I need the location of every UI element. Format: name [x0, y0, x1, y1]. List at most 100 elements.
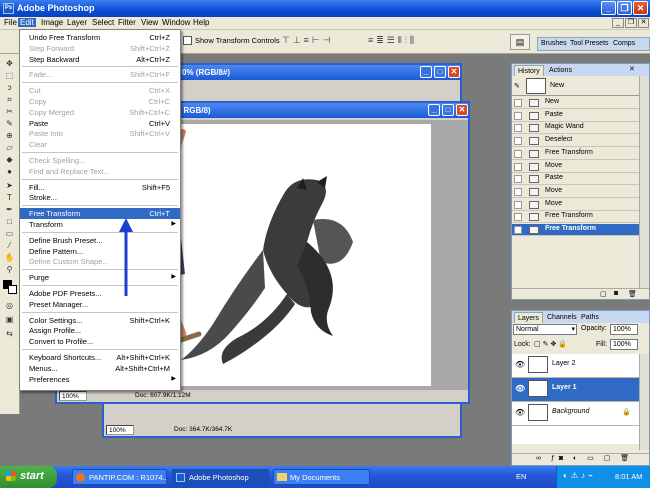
menu-view[interactable]: View [139, 18, 160, 27]
notes-tool-icon[interactable]: ▭ [3, 228, 16, 239]
layer-row[interactable]: 👁 Layer 2 [512, 354, 639, 378]
history-checkbox[interactable] [514, 99, 522, 107]
restore-button[interactable]: ❐ [617, 1, 632, 15]
layer-row[interactable]: 👁 Background 🔒 [512, 402, 639, 426]
layers-scrollbar[interactable] [639, 354, 649, 450]
history-state[interactable]: Free Transform [512, 224, 639, 236]
dodge-tool-icon[interactable]: ● [3, 166, 16, 177]
menu-layer[interactable]: Layer [65, 18, 89, 27]
screen-mode-icon[interactable]: ▣ [3, 314, 16, 325]
minimize-button[interactable]: _ [601, 1, 616, 15]
show-transform-checkbox[interactable] [183, 36, 192, 45]
menu-image[interactable]: Image [39, 18, 65, 27]
history-state[interactable]: Free Transform [512, 148, 639, 160]
fill-field[interactable]: 100% [610, 339, 638, 350]
history-state[interactable]: Move [512, 161, 639, 173]
stamp-tool-icon[interactable]: ⊕ [3, 130, 16, 141]
tray-icons[interactable]: ◐⚠♪⌁ [563, 471, 596, 480]
history-checkbox[interactable] [514, 162, 522, 171]
path-select-tool-icon[interactable]: ➤ [3, 180, 16, 191]
tab-history[interactable]: History [514, 65, 544, 76]
edit-menu-item[interactable]: Preferences ▶ [20, 374, 180, 385]
tab-channels[interactable]: Channels [544, 312, 580, 323]
pen-tool-icon[interactable]: ✒ [3, 204, 16, 215]
history-state[interactable]: Deselect [512, 135, 639, 148]
visibility-eye-icon[interactable]: 👁 [515, 384, 525, 393]
crop-tool-icon[interactable]: ⌗ [3, 94, 16, 105]
eyedropper-tool-icon[interactable]: ⁄ [3, 240, 16, 251]
history-checkbox[interactable] [514, 124, 522, 133]
taskbar-item-my-documents[interactable]: My Documents [273, 469, 370, 485]
menu-edit[interactable]: Edit [18, 18, 36, 27]
edit-menu-item[interactable]: Adobe PDF Presets... [20, 288, 180, 299]
layers-footer-icons[interactable]: ∞ ƒ◙ ◐ ▭ ▢ 🗑 [512, 453, 649, 465]
document-front-zoom[interactable]: 100% [59, 391, 87, 401]
history-state[interactable]: New [512, 97, 639, 109]
edit-menu-item[interactable]: Define Brush Preset... [20, 235, 180, 246]
palette-tab-comps[interactable]: Comps [613, 40, 635, 47]
history-state[interactable]: Move [512, 186, 639, 198]
language-indicator[interactable]: EN [516, 472, 526, 481]
slice-tool-icon[interactable]: ✂ [3, 106, 16, 117]
tab-layers[interactable]: Layers [514, 312, 544, 323]
history-state[interactable]: Move [512, 199, 639, 211]
edit-menu-item[interactable]: Convert to Profile... [20, 336, 180, 347]
edit-menu-item[interactable]: Fill... Shift+F5 [20, 182, 180, 193]
edit-menu-item[interactable]: Undo Free Transform Ctrl+Z [20, 32, 180, 43]
history-checkbox[interactable] [514, 137, 522, 146]
menu-select[interactable]: Select [90, 18, 116, 27]
document-back-minimize-button[interactable]: _ [420, 66, 432, 78]
background-color-swatch[interactable] [8, 285, 17, 294]
doc-restore-button[interactable]: ❐ [625, 18, 637, 28]
jump-to-imageready-icon[interactable]: ⇆ [3, 328, 16, 339]
palette-close-icon[interactable]: ✕ [629, 65, 635, 73]
taskbar-item-browser[interactable]: PANTIP.COM : R1074... [72, 469, 167, 485]
hand-tool-icon[interactable]: ✋ [3, 252, 16, 263]
edit-menu-item[interactable]: Free Transform Ctrl+T [20, 208, 180, 220]
layer-row[interactable]: 👁 Layer 1 [512, 378, 639, 402]
menu-window[interactable]: Window [160, 18, 192, 27]
zoom-tool-icon[interactable]: ⚲ [3, 264, 16, 275]
edit-menu-item[interactable]: Assign Profile... [20, 325, 180, 336]
menu-filter[interactable]: Filter [116, 18, 138, 27]
edit-menu-item[interactable]: Purge ▶ [20, 272, 180, 283]
document-back-zoom[interactable]: 100% [106, 425, 134, 435]
marquee-tool-icon[interactable]: ⬚ [3, 70, 16, 81]
edit-menu-item[interactable]: Transform ▶ [20, 219, 180, 230]
opacity-field[interactable]: 100% [610, 324, 638, 335]
shape-tool-icon[interactable]: □ [3, 216, 16, 227]
doc-minimize-button[interactable]: _ [612, 18, 624, 28]
blend-mode-select[interactable]: Normal ▾ [513, 324, 577, 335]
align-icons[interactable]: ⊤⊥≡⊢⊣ [282, 35, 342, 47]
palette-tab-tool-presets[interactable]: Tool Presets [570, 40, 609, 47]
quick-mask-icon[interactable]: ◎ [3, 300, 16, 311]
edit-menu-item[interactable]: Preset Manager... [20, 299, 180, 310]
history-checkbox[interactable] [514, 111, 522, 120]
type-tool-icon[interactable]: T [3, 192, 16, 203]
brush-tool-icon[interactable]: ✎ [3, 118, 16, 129]
trash-icon[interactable]: 🗑 [628, 290, 637, 298]
document-back-maximize-button[interactable]: □ [434, 66, 446, 78]
tab-paths[interactable]: Paths [578, 312, 602, 323]
history-checkbox[interactable] [514, 200, 522, 209]
taskbar-item-photoshop[interactable]: Adobe Photoshop [172, 469, 269, 485]
doc-close-button[interactable]: ✕ [638, 18, 649, 28]
history-checkbox[interactable] [514, 149, 522, 158]
palette-well-icon[interactable]: ▤ [510, 34, 530, 50]
history-checkbox[interactable] [514, 213, 522, 222]
document-front-close-button[interactable]: ✕ [456, 104, 468, 116]
history-checkbox[interactable] [514, 226, 522, 234]
close-button[interactable]: ✕ [633, 1, 648, 15]
history-snapshot[interactable]: ✎ New [512, 76, 639, 96]
visibility-eye-icon[interactable]: 👁 [515, 408, 525, 417]
edit-menu-item[interactable]: Stroke... [20, 192, 180, 203]
edit-menu-item[interactable]: Step Backward Alt+Ctrl+Z [20, 54, 180, 65]
edit-menu-item[interactable]: Color Settings... Shift+Ctrl+K [20, 315, 180, 326]
history-checkbox[interactable] [514, 187, 522, 196]
history-state[interactable]: Paste [512, 110, 639, 122]
history-scrollbar[interactable] [639, 76, 649, 288]
document-front-minimize-button[interactable]: _ [428, 104, 440, 116]
tab-actions[interactable]: Actions [546, 65, 575, 76]
history-checkbox[interactable] [514, 175, 522, 184]
new-snapshot-icon[interactable]: ◙ [614, 290, 618, 297]
